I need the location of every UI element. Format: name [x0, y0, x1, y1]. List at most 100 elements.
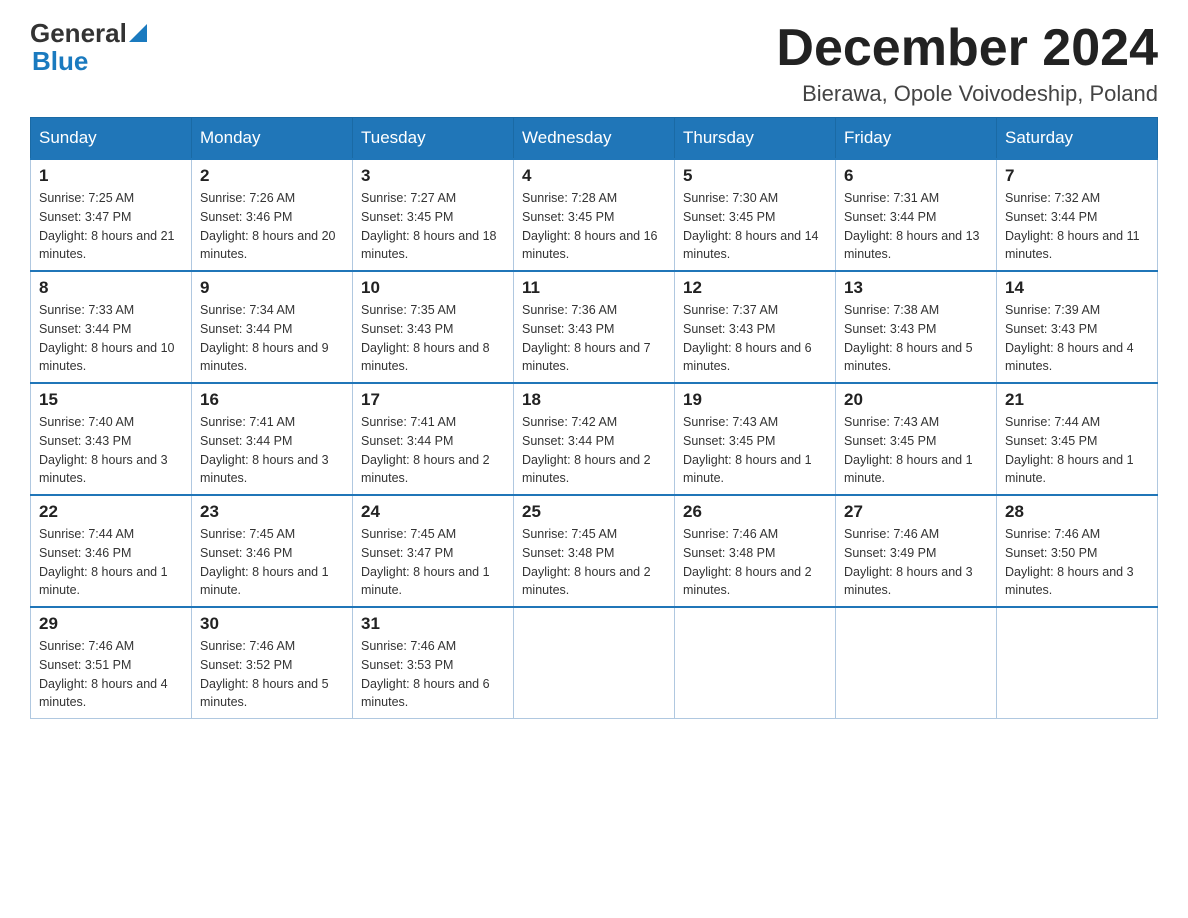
day-cell: 14 Sunrise: 7:39 AM Sunset: 3:43 PM Dayl…: [997, 271, 1158, 383]
day-info: Sunrise: 7:41 AM Sunset: 3:44 PM Dayligh…: [200, 413, 344, 488]
calendar-table: SundayMondayTuesdayWednesdayThursdayFrid…: [30, 117, 1158, 719]
day-info: Sunrise: 7:46 AM Sunset: 3:51 PM Dayligh…: [39, 637, 183, 712]
week-row-1: 1 Sunrise: 7:25 AM Sunset: 3:47 PM Dayli…: [31, 159, 1158, 271]
day-cell: 18 Sunrise: 7:42 AM Sunset: 3:44 PM Dayl…: [514, 383, 675, 495]
day-cell: 15 Sunrise: 7:40 AM Sunset: 3:43 PM Dayl…: [31, 383, 192, 495]
weekday-header-saturday: Saturday: [997, 118, 1158, 160]
day-info: Sunrise: 7:45 AM Sunset: 3:48 PM Dayligh…: [522, 525, 666, 600]
day-cell: 13 Sunrise: 7:38 AM Sunset: 3:43 PM Dayl…: [836, 271, 997, 383]
day-number: 16: [200, 390, 344, 410]
day-cell: [514, 607, 675, 719]
title-block: December 2024 Bierawa, Opole Voivodeship…: [776, 20, 1158, 107]
day-number: 30: [200, 614, 344, 634]
day-info: Sunrise: 7:43 AM Sunset: 3:45 PM Dayligh…: [844, 413, 988, 488]
day-number: 28: [1005, 502, 1149, 522]
day-number: 25: [522, 502, 666, 522]
day-cell: 6 Sunrise: 7:31 AM Sunset: 3:44 PM Dayli…: [836, 159, 997, 271]
day-number: 20: [844, 390, 988, 410]
day-cell: 17 Sunrise: 7:41 AM Sunset: 3:44 PM Dayl…: [353, 383, 514, 495]
day-number: 19: [683, 390, 827, 410]
day-cell: 11 Sunrise: 7:36 AM Sunset: 3:43 PM Dayl…: [514, 271, 675, 383]
day-cell: [675, 607, 836, 719]
day-cell: 3 Sunrise: 7:27 AM Sunset: 3:45 PM Dayli…: [353, 159, 514, 271]
day-cell: 31 Sunrise: 7:46 AM Sunset: 3:53 PM Dayl…: [353, 607, 514, 719]
day-info: Sunrise: 7:28 AM Sunset: 3:45 PM Dayligh…: [522, 189, 666, 264]
day-cell: [997, 607, 1158, 719]
week-row-3: 15 Sunrise: 7:40 AM Sunset: 3:43 PM Dayl…: [31, 383, 1158, 495]
day-info: Sunrise: 7:46 AM Sunset: 3:50 PM Dayligh…: [1005, 525, 1149, 600]
day-cell: 8 Sunrise: 7:33 AM Sunset: 3:44 PM Dayli…: [31, 271, 192, 383]
day-cell: 24 Sunrise: 7:45 AM Sunset: 3:47 PM Dayl…: [353, 495, 514, 607]
day-cell: 9 Sunrise: 7:34 AM Sunset: 3:44 PM Dayli…: [192, 271, 353, 383]
day-cell: 27 Sunrise: 7:46 AM Sunset: 3:49 PM Dayl…: [836, 495, 997, 607]
day-number: 21: [1005, 390, 1149, 410]
day-number: 27: [844, 502, 988, 522]
logo-general: General: [30, 20, 127, 46]
day-number: 5: [683, 166, 827, 186]
day-info: Sunrise: 7:42 AM Sunset: 3:44 PM Dayligh…: [522, 413, 666, 488]
day-cell: 29 Sunrise: 7:46 AM Sunset: 3:51 PM Dayl…: [31, 607, 192, 719]
day-number: 3: [361, 166, 505, 186]
day-cell: 12 Sunrise: 7:37 AM Sunset: 3:43 PM Dayl…: [675, 271, 836, 383]
day-cell: 5 Sunrise: 7:30 AM Sunset: 3:45 PM Dayli…: [675, 159, 836, 271]
day-number: 24: [361, 502, 505, 522]
day-number: 22: [39, 502, 183, 522]
day-cell: 23 Sunrise: 7:45 AM Sunset: 3:46 PM Dayl…: [192, 495, 353, 607]
day-info: Sunrise: 7:37 AM Sunset: 3:43 PM Dayligh…: [683, 301, 827, 376]
day-info: Sunrise: 7:25 AM Sunset: 3:47 PM Dayligh…: [39, 189, 183, 264]
day-info: Sunrise: 7:44 AM Sunset: 3:46 PM Dayligh…: [39, 525, 183, 600]
day-info: Sunrise: 7:40 AM Sunset: 3:43 PM Dayligh…: [39, 413, 183, 488]
day-info: Sunrise: 7:46 AM Sunset: 3:53 PM Dayligh…: [361, 637, 505, 712]
day-number: 1: [39, 166, 183, 186]
day-number: 6: [844, 166, 988, 186]
page-header: General Blue December 2024 Bierawa, Opol…: [30, 20, 1158, 107]
logo: General Blue: [30, 20, 147, 77]
day-info: Sunrise: 7:44 AM Sunset: 3:45 PM Dayligh…: [1005, 413, 1149, 488]
day-info: Sunrise: 7:41 AM Sunset: 3:44 PM Dayligh…: [361, 413, 505, 488]
weekday-header-thursday: Thursday: [675, 118, 836, 160]
week-row-5: 29 Sunrise: 7:46 AM Sunset: 3:51 PM Dayl…: [31, 607, 1158, 719]
day-info: Sunrise: 7:46 AM Sunset: 3:52 PM Dayligh…: [200, 637, 344, 712]
logo-arrow-icon: [129, 24, 147, 42]
day-cell: 16 Sunrise: 7:41 AM Sunset: 3:44 PM Dayl…: [192, 383, 353, 495]
day-number: 18: [522, 390, 666, 410]
day-number: 26: [683, 502, 827, 522]
day-number: 10: [361, 278, 505, 298]
day-cell: 2 Sunrise: 7:26 AM Sunset: 3:46 PM Dayli…: [192, 159, 353, 271]
day-cell: 30 Sunrise: 7:46 AM Sunset: 3:52 PM Dayl…: [192, 607, 353, 719]
day-info: Sunrise: 7:39 AM Sunset: 3:43 PM Dayligh…: [1005, 301, 1149, 376]
location-title: Bierawa, Opole Voivodeship, Poland: [776, 81, 1158, 107]
weekday-header-wednesday: Wednesday: [514, 118, 675, 160]
month-title: December 2024: [776, 20, 1158, 77]
day-number: 29: [39, 614, 183, 634]
day-info: Sunrise: 7:43 AM Sunset: 3:45 PM Dayligh…: [683, 413, 827, 488]
day-cell: 26 Sunrise: 7:46 AM Sunset: 3:48 PM Dayl…: [675, 495, 836, 607]
day-number: 7: [1005, 166, 1149, 186]
week-row-2: 8 Sunrise: 7:33 AM Sunset: 3:44 PM Dayli…: [31, 271, 1158, 383]
day-info: Sunrise: 7:38 AM Sunset: 3:43 PM Dayligh…: [844, 301, 988, 376]
day-info: Sunrise: 7:45 AM Sunset: 3:46 PM Dayligh…: [200, 525, 344, 600]
day-cell: 21 Sunrise: 7:44 AM Sunset: 3:45 PM Dayl…: [997, 383, 1158, 495]
day-cell: 4 Sunrise: 7:28 AM Sunset: 3:45 PM Dayli…: [514, 159, 675, 271]
day-cell: 22 Sunrise: 7:44 AM Sunset: 3:46 PM Dayl…: [31, 495, 192, 607]
day-info: Sunrise: 7:45 AM Sunset: 3:47 PM Dayligh…: [361, 525, 505, 600]
day-number: 15: [39, 390, 183, 410]
weekday-header-sunday: Sunday: [31, 118, 192, 160]
day-number: 12: [683, 278, 827, 298]
day-number: 4: [522, 166, 666, 186]
day-info: Sunrise: 7:31 AM Sunset: 3:44 PM Dayligh…: [844, 189, 988, 264]
day-number: 17: [361, 390, 505, 410]
day-info: Sunrise: 7:35 AM Sunset: 3:43 PM Dayligh…: [361, 301, 505, 376]
day-number: 11: [522, 278, 666, 298]
day-cell: 20 Sunrise: 7:43 AM Sunset: 3:45 PM Dayl…: [836, 383, 997, 495]
day-info: Sunrise: 7:27 AM Sunset: 3:45 PM Dayligh…: [361, 189, 505, 264]
day-info: Sunrise: 7:26 AM Sunset: 3:46 PM Dayligh…: [200, 189, 344, 264]
day-number: 9: [200, 278, 344, 298]
weekday-header-friday: Friday: [836, 118, 997, 160]
day-cell: 28 Sunrise: 7:46 AM Sunset: 3:50 PM Dayl…: [997, 495, 1158, 607]
day-number: 8: [39, 278, 183, 298]
day-info: Sunrise: 7:33 AM Sunset: 3:44 PM Dayligh…: [39, 301, 183, 376]
day-cell: 7 Sunrise: 7:32 AM Sunset: 3:44 PM Dayli…: [997, 159, 1158, 271]
week-row-4: 22 Sunrise: 7:44 AM Sunset: 3:46 PM Dayl…: [31, 495, 1158, 607]
day-info: Sunrise: 7:36 AM Sunset: 3:43 PM Dayligh…: [522, 301, 666, 376]
